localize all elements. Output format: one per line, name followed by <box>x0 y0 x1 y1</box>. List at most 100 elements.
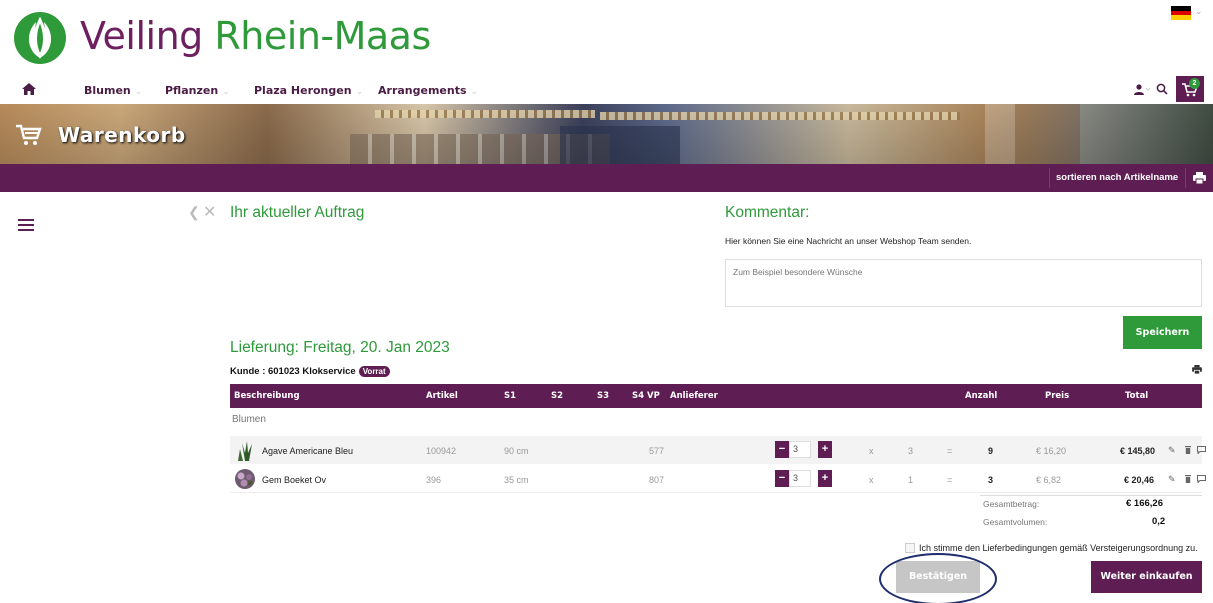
table-row: Gem Boeket Ov 396 35 cm 807 − 3 + x 1 = … <box>230 465 1206 493</box>
brand-name-part1: Veiling <box>80 14 215 58</box>
nav-item-pflanzen[interactable]: Pflanzen ⌄ <box>165 84 230 97</box>
product-image <box>235 469 255 489</box>
product-image <box>238 441 252 461</box>
cart-icon <box>16 124 42 145</box>
status-badge: Vorrat <box>358 366 390 377</box>
trash-icon[interactable] <box>1185 475 1191 483</box>
delivery-title: Lieferung: Freitag, 20. Jan 2023 <box>230 339 450 356</box>
nav-item-plaza-herongen[interactable]: Plaza Herongen ⌄ <box>254 84 363 97</box>
sort-select[interactable]: sortieren nach Artikelname ⌄ <box>1049 168 1186 188</box>
customer-info: Kunde : 601023 Klokservice Vorrat <box>230 366 390 377</box>
toolbar <box>0 164 1213 192</box>
units-per-pack: 1 <box>908 475 914 485</box>
nav-item-label: Arrangements <box>378 84 467 97</box>
quantity-decrease-button[interactable]: − <box>775 470 789 487</box>
customer-label: Kunde : 601023 Klokservice <box>230 366 356 377</box>
unit-price: € 16,20 <box>1036 446 1067 456</box>
column-header-total: Total <box>1125 391 1149 401</box>
row-total: € 145,80 <box>1120 446 1156 456</box>
flag-de-icon[interactable] <box>1171 6 1191 20</box>
home-icon[interactable] <box>22 83 36 95</box>
terms-checkbox[interactable] <box>905 543 915 553</box>
column-header-s3: S3 <box>597 391 610 401</box>
comment-textarea[interactable] <box>725 259 1202 307</box>
multiply-sign: x <box>869 446 874 456</box>
comment-icon[interactable] <box>1197 446 1206 454</box>
logo-icon <box>14 12 66 64</box>
main-nav: Blumen ⌄ Pflanzen ⌄ Plaza Herongen ⌄ Arrang… <box>0 76 1213 104</box>
column-header-s4vp: S4 VP <box>632 391 660 401</box>
trash-icon[interactable] <box>1185 446 1191 454</box>
equals-sign: = <box>947 446 953 456</box>
edit-icon[interactable]: ✎ <box>1168 445 1176 456</box>
chevron-down-icon: ⌄ <box>222 87 230 97</box>
multiply-sign: x <box>869 475 874 485</box>
table-header: Beschreibung Artikel S1 S2 S3 S4 VP Anli… <box>230 384 1202 408</box>
product-name: Agave Americane Bleu <box>262 446 354 456</box>
nav-item-label: Pflanzen <box>165 84 219 97</box>
user-icon[interactable] <box>1134 84 1150 95</box>
product-name: Gem Boeket Ov <box>262 475 327 485</box>
row-total: € 20,46 <box>1124 475 1155 485</box>
unit-price: € 6,82 <box>1036 475 1062 485</box>
print-icon[interactable] <box>1193 172 1206 184</box>
column-header-price: Preis <box>1045 391 1070 401</box>
menu-icon[interactable] <box>18 219 34 231</box>
summary-divider <box>980 495 1202 496</box>
supplier-number: 577 <box>649 446 665 456</box>
close-icon[interactable]: ✕ <box>203 202 216 222</box>
article-number: 396 <box>426 475 442 485</box>
order-title: Ihr aktueller Auftrag <box>230 204 365 221</box>
comment-title: Kommentar: <box>725 204 810 221</box>
terms-label: Ich stimme den Lieferbedingungen gemäß V… <box>919 543 1198 553</box>
column-header-supplier: Anlieferer <box>670 391 718 401</box>
continue-shopping-button[interactable]: Weiter einkaufen <box>1091 561 1202 593</box>
units-per-pack: 3 <box>908 446 914 456</box>
chevron-left-icon[interactable]: ❮ <box>188 204 200 221</box>
sort-select-label: sortieren nach Artikelname <box>1056 172 1179 183</box>
quantity-input[interactable]: 3 <box>789 441 811 458</box>
nav-item-blumen[interactable]: Blumen ⌄ <box>84 84 142 97</box>
size-s1: 35 cm <box>504 475 529 485</box>
quantity-decrease-button[interactable]: − <box>775 441 789 458</box>
total-value: € 166,26 <box>1126 498 1163 509</box>
total-label: Gesamtbetrag: <box>983 499 1040 509</box>
column-header-article: Artikel <box>426 391 458 401</box>
volume-value: 0,2 <box>1152 516 1166 527</box>
column-header-quantity: Anzahl <box>965 391 998 401</box>
amount: 9 <box>988 446 994 456</box>
print-icon[interactable] <box>1192 365 1202 374</box>
chevron-down-icon: ⌄ <box>470 87 479 97</box>
table-row: Agave Americane Bleu 100942 90 cm 577 − … <box>230 436 1206 464</box>
cart-count-badge: 2 <box>1189 78 1200 89</box>
comment-hint: Hier können Sie eine Nachricht an unser … <box>725 236 972 246</box>
chevron-down-icon[interactable]: ⌄ <box>1195 6 1203 17</box>
edit-icon[interactable]: ✎ <box>1168 474 1176 485</box>
equals-sign: = <box>947 475 953 485</box>
chevron-down-icon: ⌄ <box>355 87 364 97</box>
chevron-down-icon: ⌄ <box>1170 173 1177 182</box>
nav-item-label: Blumen <box>84 84 131 97</box>
quantity-increase-button[interactable]: + <box>818 470 832 487</box>
group-label: Blumen <box>232 414 266 425</box>
supplier-number: 807 <box>649 475 665 485</box>
chevron-down-icon: ⌄ <box>134 87 143 97</box>
search-icon[interactable] <box>1156 83 1168 95</box>
save-button[interactable]: Speichern <box>1123 316 1202 349</box>
volume-label: Gesamtvolumen: <box>983 517 1048 527</box>
column-header-description: Beschreibung <box>234 391 300 401</box>
brand-name: Veiling Rhein-Maas <box>80 14 431 58</box>
size-s1: 90 cm <box>504 446 529 456</box>
column-header-s1: S1 <box>504 391 517 401</box>
quantity-increase-button[interactable]: + <box>818 441 832 458</box>
column-header-s2: S2 <box>551 391 564 401</box>
quantity-input[interactable]: 3 <box>789 470 811 487</box>
page-title: Warenkorb <box>58 123 186 147</box>
nav-item-label: Plaza Herongen <box>254 84 352 97</box>
highlight-ring <box>879 553 997 603</box>
brand-name-part2: Rhein-Maas <box>214 14 431 58</box>
article-number: 100942 <box>426 446 457 456</box>
comment-icon[interactable] <box>1197 475 1206 483</box>
nav-item-arrangements[interactable]: Arrangements ⌄ <box>378 84 478 97</box>
amount: 3 <box>988 475 994 485</box>
